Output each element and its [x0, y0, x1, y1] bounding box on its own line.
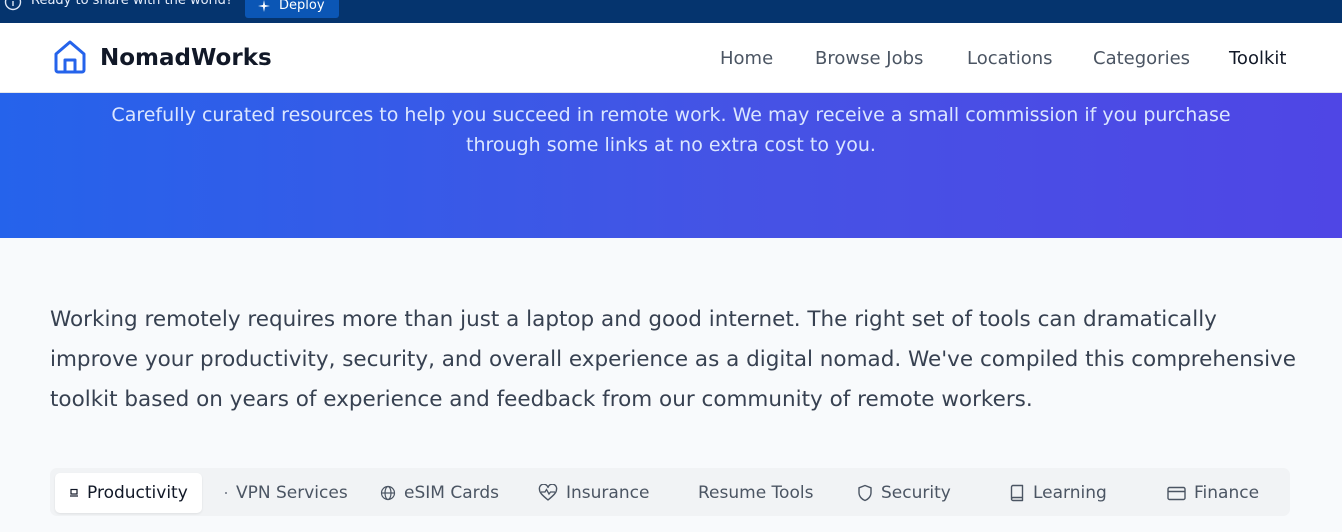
tab-vpn-services[interactable]: VPN Services — [210, 473, 362, 513]
deploy-button-label: Deploy — [279, 0, 325, 13]
dot-icon — [225, 492, 227, 494]
tab-label: Finance — [1194, 483, 1260, 503]
nav-categories[interactable]: Categories — [1093, 48, 1190, 69]
toolkit-category-tabs: Productivity VPN Services eSIM Cards Ins… — [50, 468, 1290, 516]
brand-name[interactable]: NomadWorks — [100, 45, 272, 71]
tab-label: VPN Services — [236, 483, 348, 503]
deploy-button[interactable]: Deploy — [245, 0, 339, 18]
shield-icon — [858, 484, 872, 502]
tab-label: Insurance — [566, 483, 650, 503]
tab-resume-tools[interactable]: Resume Tools — [684, 473, 827, 513]
heart-pulse-icon — [538, 484, 558, 501]
tab-learning[interactable]: Learning — [995, 473, 1121, 513]
home-logo-icon[interactable] — [52, 39, 88, 75]
intro-paragraph: Working remotely requires more than just… — [50, 307, 1296, 412]
tab-label: Productivity — [87, 483, 188, 503]
tab-productivity[interactable]: Productivity — [55, 473, 202, 513]
nav-locations[interactable]: Locations — [967, 48, 1053, 69]
tab-label: Learning — [1033, 483, 1107, 503]
laptop-icon — [70, 488, 78, 497]
site-header: NomadWorks Home Browse Jobs Locations Ca… — [0, 23, 1342, 93]
tab-label: Security — [881, 483, 951, 503]
hero-subtitle: Carefully curated resources to help you … — [111, 104, 1231, 156]
deploy-message: Ready to share with the world? — [31, 0, 233, 8]
nav-browse-jobs[interactable]: Browse Jobs — [815, 48, 923, 69]
tab-insurance[interactable]: Insurance — [524, 473, 663, 513]
tab-finance[interactable]: Finance — [1153, 473, 1273, 513]
book-icon — [1010, 484, 1024, 502]
hero-banner: Carefully curated resources to help you … — [0, 93, 1342, 238]
credit-card-icon — [1167, 486, 1186, 500]
info-icon — [4, 0, 22, 11]
deploy-banner: Ready to share with the world? Deploy — [0, 0, 1342, 23]
tab-label: eSIM Cards — [404, 483, 499, 503]
tab-label: Resume Tools — [698, 483, 814, 503]
tab-security[interactable]: Security — [843, 473, 965, 513]
nav-home[interactable]: Home — [720, 48, 773, 69]
tab-esim-cards[interactable]: eSIM Cards — [366, 473, 513, 513]
globe-icon — [380, 485, 396, 501]
nav-toolkit[interactable]: Toolkit — [1229, 48, 1286, 69]
sparkle-icon — [258, 0, 270, 12]
